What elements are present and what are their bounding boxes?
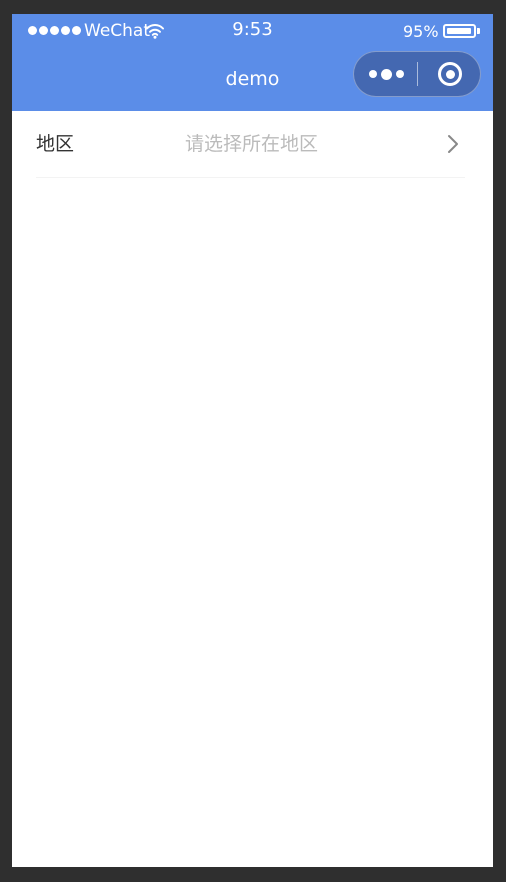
region-picker-row[interactable]: 地区 请选择所在地区 xyxy=(36,111,465,178)
more-dots-icon[interactable] xyxy=(354,52,418,96)
battery-level-fill xyxy=(447,28,471,34)
status-bar: WeChat 9:53 95% xyxy=(12,14,493,48)
phone-screen: WeChat 9:53 95% demo 地区 请选择所在地区 xyxy=(12,14,493,867)
region-placeholder: 请选择所在地区 xyxy=(185,133,319,155)
navigation-header: WeChat 9:53 95% demo xyxy=(12,14,493,111)
mini-program-capsule xyxy=(353,51,481,97)
target-circle-icon[interactable] xyxy=(418,52,482,96)
battery-icon xyxy=(443,24,476,38)
battery-tip-icon xyxy=(477,28,480,34)
chevron-right-icon xyxy=(448,135,458,153)
battery-percentage: 95% xyxy=(403,22,439,41)
region-label: 地区 xyxy=(36,133,75,155)
